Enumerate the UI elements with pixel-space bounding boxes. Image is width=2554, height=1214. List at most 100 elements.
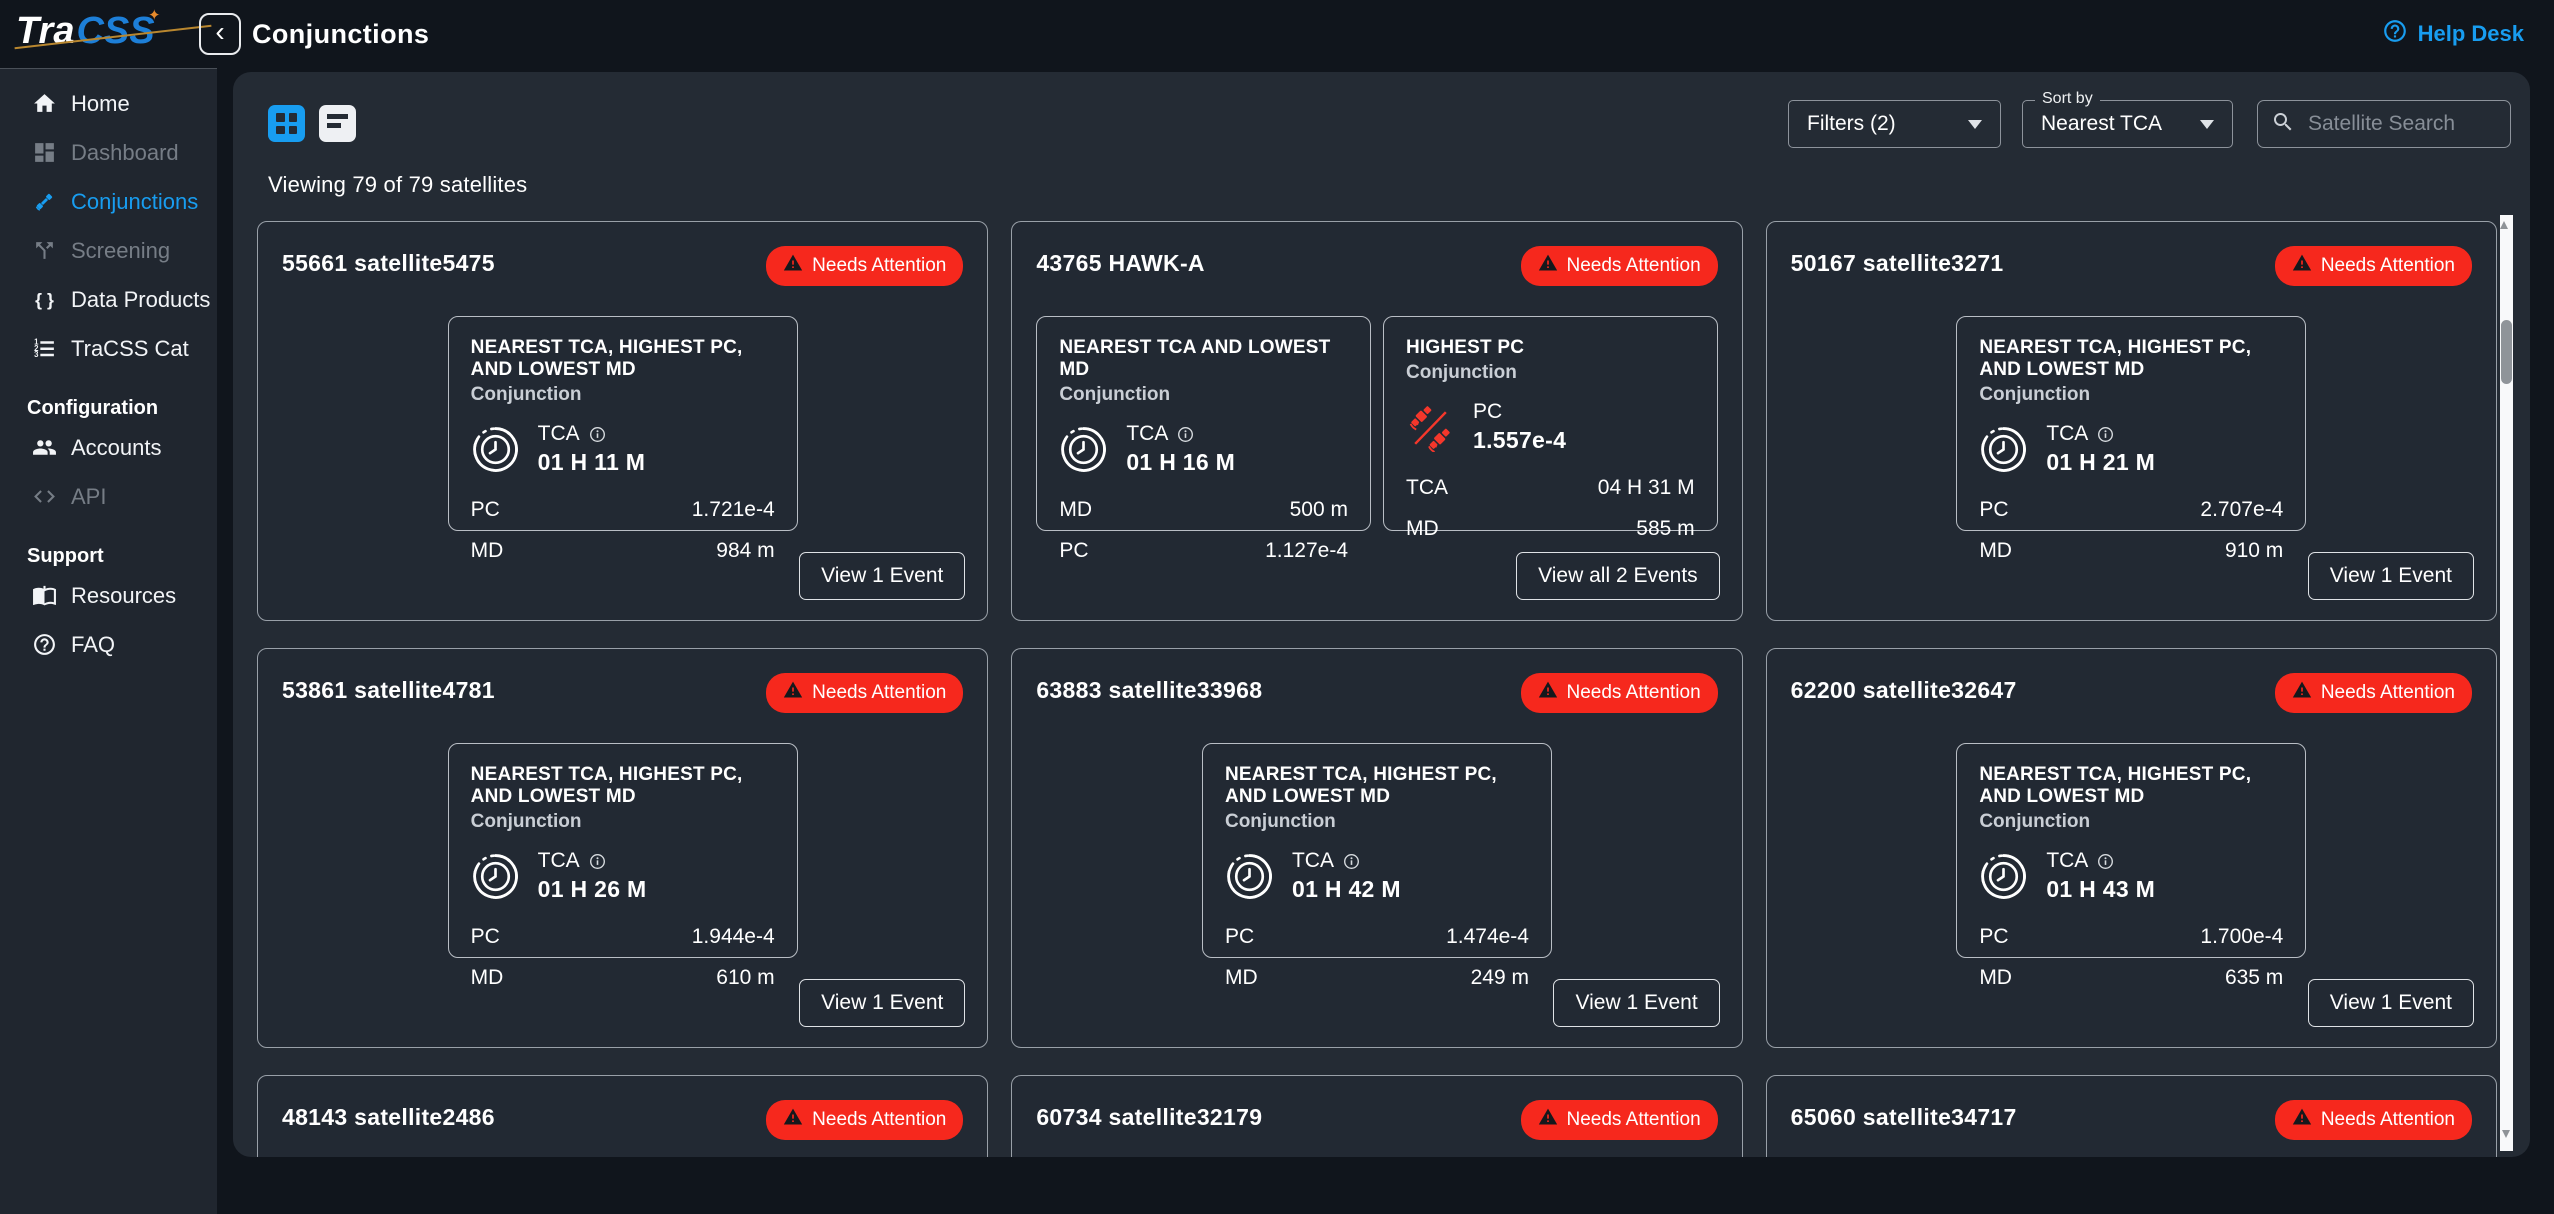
sidebar-item-tracss-cat[interactable]: 123 TraCSS Cat	[0, 324, 217, 373]
warning-triangle-icon	[2292, 680, 2312, 706]
conjunction-panel: NEAREST TCA, HIGHEST PC, AND LOWEST MDCo…	[1956, 743, 2306, 958]
warning-triangle-icon	[783, 1107, 803, 1133]
card-grid: 55661 satellite5475Needs Attention NEARES…	[257, 221, 2497, 1157]
panel-title: NEAREST TCA, HIGHEST PC, AND LOWEST MD	[471, 764, 775, 808]
metric-name: PC	[1473, 400, 1502, 424]
sidebar-item-label: Resources	[71, 583, 176, 609]
panel-hero: TCA01 H 42 M	[1225, 849, 1529, 903]
scroll-up-button[interactable]	[2500, 221, 2508, 229]
info-icon[interactable]	[589, 426, 606, 443]
stat-row: MD249 m	[1225, 966, 1529, 990]
conjunction-panel: HIGHEST PCConjunctionPC1.557e-4TCA04 H 3…	[1383, 316, 1718, 531]
view-events-button[interactable]: View 1 Event	[799, 552, 965, 600]
panel-subtitle: Conjunction	[1225, 811, 1529, 833]
clock-icon	[471, 425, 520, 474]
sidebar-item-conjunctions[interactable]: Conjunctions	[0, 177, 217, 226]
scrollbar-thumb[interactable]	[2501, 320, 2512, 384]
view-events-button[interactable]: View all 2 Events	[1516, 552, 1720, 600]
conjunction-panels: NEAREST TCA, HIGHEST PC, AND LOWEST MDCo…	[282, 316, 963, 531]
conjunction-panel: NEAREST TCA, HIGHEST PC, AND LOWEST MDCo…	[448, 743, 798, 958]
card-header: 43765 HAWK-ANeeds Attention	[1036, 246, 1717, 286]
view-toggles	[268, 105, 356, 142]
view-events-button[interactable]: View 1 Event	[2308, 552, 2474, 600]
satellite-name: 48143 satellite2486	[282, 1100, 495, 1131]
view-events-button[interactable]: View 1 Event	[1553, 979, 1719, 1027]
sidebar-collapse-button[interactable]: ‹	[199, 13, 241, 55]
help-desk-label: Help Desk	[2418, 21, 2524, 47]
info-icon[interactable]	[589, 853, 606, 870]
svg-text:{ }: { }	[35, 290, 54, 310]
stat-label: MD	[1059, 498, 1092, 522]
card-header: 65060 satellite34717Needs Attention	[1791, 1100, 2472, 1140]
stat-row: MD 500 m	[1059, 498, 1348, 522]
grid-view-toggle[interactable]	[268, 105, 305, 142]
stat-value: 2.707e-4	[2200, 498, 2283, 522]
stat-label: PC	[1979, 925, 2008, 949]
sidebar-item-faq[interactable]: FAQ	[0, 620, 217, 669]
sidebar-item-data-products[interactable]: { } Data Products	[0, 275, 217, 324]
satellite-name: 62200 satellite32647	[1791, 673, 2017, 704]
stat-value: 1.944e-4	[692, 925, 775, 949]
satellite-name: 50167 satellite3271	[1791, 246, 2004, 277]
app-logo[interactable]: TraCSS ✦	[16, 10, 155, 53]
metric-name: TCA	[538, 849, 580, 873]
sidebar: Home Dashboard Conjunctions Screening { …	[0, 68, 217, 1214]
stat-label: MD	[471, 966, 504, 990]
warning-triangle-icon	[1538, 1107, 1558, 1133]
view-events-button[interactable]: View 1 Event	[799, 979, 965, 1027]
card-view-icon	[327, 114, 348, 119]
scroll-down-button[interactable]	[2502, 1130, 2510, 1138]
conjunction-panels: NEAREST TCA, HIGHEST PC, AND LOWEST MDCo…	[1036, 743, 1717, 958]
sort-value: Nearest TCA	[2041, 112, 2162, 136]
stat-row: PC2.707e-4	[1979, 498, 2283, 522]
info-icon[interactable]	[1177, 426, 1194, 443]
satellite-card: 60734 satellite32179Needs Attention	[1011, 1075, 1742, 1157]
card-header: 62200 satellite32647Needs Attention	[1791, 673, 2472, 713]
panel-subtitle: Conjunction	[1059, 384, 1348, 406]
search-input[interactable]	[2306, 111, 2497, 137]
grid-view-icon	[276, 113, 297, 134]
scrollbar-track[interactable]	[2500, 215, 2513, 1151]
card-view-toggle[interactable]	[319, 105, 356, 142]
hero-metric-value: 01 H 21 M	[2046, 449, 2155, 476]
stat-label: MD	[1225, 966, 1258, 990]
badge-label: Needs Attention	[1567, 1109, 1701, 1131]
view-events-button[interactable]: View 1 Event	[2308, 979, 2474, 1027]
sidebar-item-label: FAQ	[71, 632, 115, 658]
info-icon[interactable]	[2097, 426, 2114, 443]
info-icon[interactable]	[2097, 853, 2114, 870]
hero-metric: TCA01 H 21 M	[2046, 422, 2155, 476]
panel-stats: PC1.944e-4MD610 m	[471, 925, 775, 990]
question-circle-icon	[31, 631, 58, 658]
sort-dropdown[interactable]: Sort by Nearest TCA	[2022, 100, 2233, 148]
stat-value: 500 m	[1290, 498, 1348, 522]
help-desk-link[interactable]: Help Desk	[2382, 0, 2524, 68]
conjunction-panel: NEAREST TCA AND LOWEST MDConjunctionTCA0…	[1036, 316, 1371, 531]
warning-triangle-icon	[2292, 1107, 2312, 1133]
stat-value: 635 m	[2225, 966, 2283, 990]
hero-metric-value: 01 H 26 M	[538, 876, 647, 903]
hero-metric-value: 01 H 43 M	[2046, 876, 2155, 903]
metric-name: TCA	[2046, 849, 2088, 873]
badge-label: Needs Attention	[1567, 255, 1701, 277]
sidebar-item-resources[interactable]: Resources	[0, 571, 217, 620]
logo-star-icon: ✦	[148, 6, 161, 24]
info-icon[interactable]	[1343, 853, 1360, 870]
sidebar-item-dashboard[interactable]: Dashboard	[0, 128, 217, 177]
sidebar-item-api[interactable]: API	[0, 472, 217, 521]
filters-dropdown[interactable]: Filters (2)	[1788, 100, 2001, 148]
conjunction-panels: NEAREST TCA AND LOWEST MDConjunctionTCA0…	[1036, 316, 1717, 531]
stat-value: 1.474e-4	[1446, 925, 1529, 949]
sidebar-item-home[interactable]: Home	[0, 79, 217, 128]
badge-label: Needs Attention	[812, 255, 946, 277]
card-header: 55661 satellite5475Needs Attention	[282, 246, 963, 286]
sidebar-item-accounts[interactable]: Accounts	[0, 423, 217, 472]
conjunction-panel: NEAREST TCA, HIGHEST PC, AND LOWEST MDCo…	[448, 316, 798, 531]
sidebar-item-screening[interactable]: Screening	[0, 226, 217, 275]
metric-name: TCA	[1126, 422, 1168, 446]
metric-name: TCA	[1292, 849, 1334, 873]
numbered-list-icon: 123	[31, 335, 58, 362]
stat-value: 910 m	[2225, 539, 2283, 563]
sidebar-item-label: Dashboard	[71, 140, 179, 166]
warning-triangle-icon	[783, 680, 803, 706]
